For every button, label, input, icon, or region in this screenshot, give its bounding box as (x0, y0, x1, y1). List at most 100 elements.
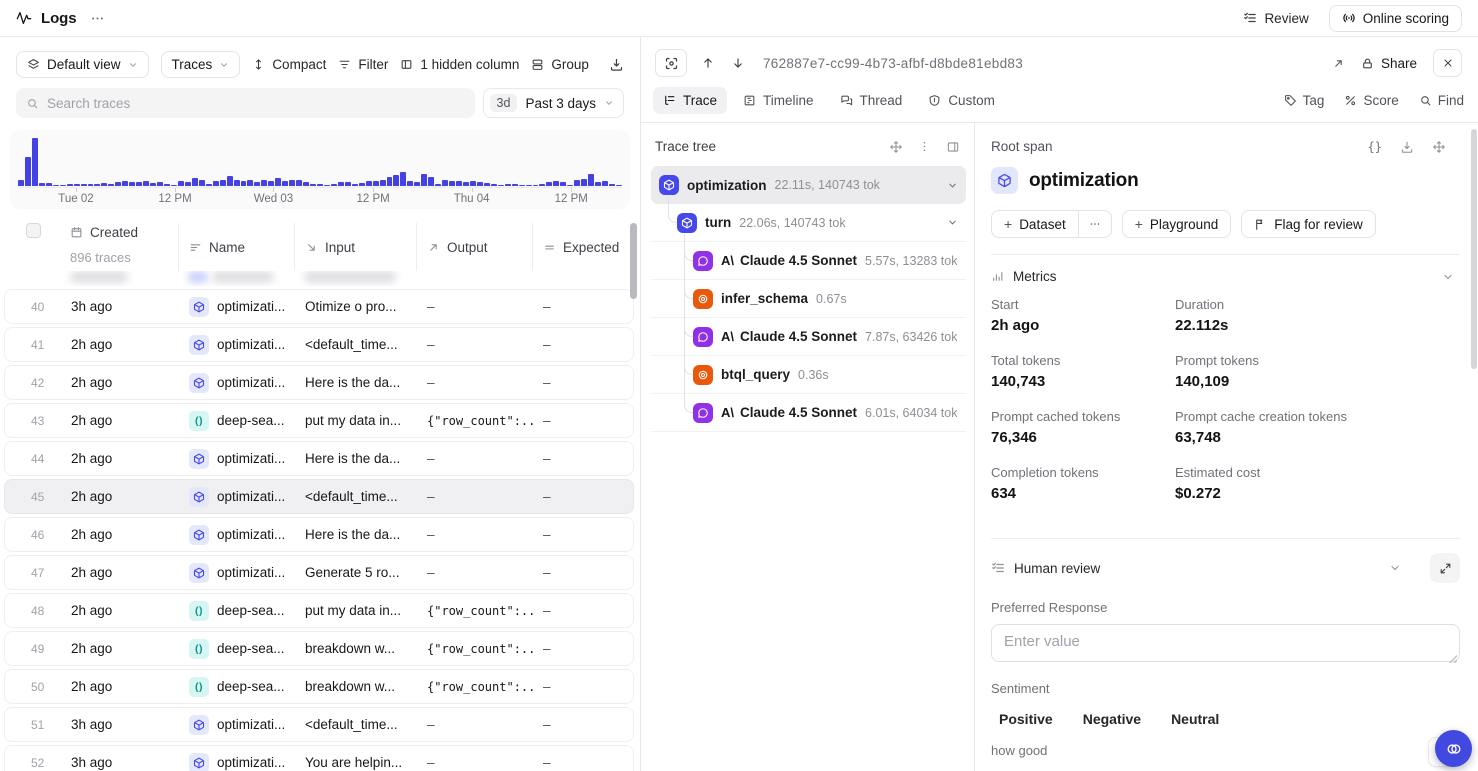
next-trace-button[interactable] (729, 56, 747, 70)
flag-for-review-button[interactable]: Flag for review (1241, 210, 1376, 238)
trace-tree-node[interactable]: optimization22.11s, 140743 tok (651, 166, 966, 204)
sentiment-positive-button[interactable]: Positive (999, 711, 1053, 727)
flag-icon (1254, 218, 1267, 231)
detail-scrollbar-thumb[interactable] (1471, 129, 1477, 369)
trace-tree-node[interactable]: btql_query0.36s (651, 356, 966, 394)
metric-label: Start (991, 297, 1175, 312)
preferred-response-input[interactable] (991, 624, 1460, 662)
table-row[interactable]: 442h agooptimizati...Here is the da...–– (4, 441, 634, 476)
playground-button[interactable]: + Playground (1122, 210, 1232, 238)
table-row[interactable]: 472h agooptimizati...Generate 5 ro...–– (4, 555, 634, 590)
export-button[interactable] (609, 57, 624, 72)
chevron-down-icon[interactable] (1442, 271, 1460, 283)
node-label: Claude 4.5 Sonnet (740, 405, 857, 420)
table-row[interactable]: 492h ago()deep-sea...breakdown w...{"row… (4, 631, 634, 666)
trace-tree-node[interactable]: infer_schema0.67s (651, 280, 966, 318)
chevron-down-icon[interactable] (1389, 562, 1407, 574)
share-button[interactable]: Share (1361, 56, 1417, 71)
online-scoring-button[interactable]: Online scoring (1329, 5, 1462, 32)
column-header-name[interactable]: Name (178, 223, 294, 271)
tab-trace[interactable]: Trace (653, 87, 727, 114)
table-row[interactable]: 403h agooptimizati...Otimize o pro...–– (4, 289, 634, 324)
tag-button[interactable]: Tag (1284, 93, 1325, 108)
view-selector[interactable]: Default view (16, 51, 149, 78)
histogram-bar (282, 181, 288, 186)
find-button[interactable]: Find (1419, 93, 1464, 108)
cell-input: Here is the da... (295, 375, 417, 390)
panel-icon[interactable] (946, 140, 960, 154)
dataset-more-button[interactable] (1078, 211, 1111, 237)
table-row[interactable]: 482h ago()deep-sea...put my data in...{"… (4, 593, 634, 628)
cell-name: optimizati... (179, 753, 295, 771)
move-icon[interactable] (889, 140, 903, 154)
table-row[interactable]: 422h agooptimizati...Here is the da...–– (4, 365, 634, 400)
trace-tree-node[interactable]: turn22.06s, 140743 tok (651, 204, 966, 242)
more-vertical-icon[interactable] (918, 140, 931, 154)
code-view-button[interactable]: {} (1368, 140, 1382, 154)
chevron-down-icon[interactable] (947, 217, 958, 228)
expand-review-button[interactable] (1430, 553, 1460, 583)
table-row[interactable]: 502h ago()deep-sea...breakdown w...{"row… (4, 669, 634, 704)
task-icon (189, 563, 209, 583)
compact-button[interactable]: Compact (252, 57, 326, 72)
score-button[interactable]: Score (1344, 93, 1398, 108)
trace-tree-node[interactable]: A\Claude 4.5 Sonnet7.87s, 63426 tok (651, 318, 966, 356)
time-range-selector[interactable]: 3d Past 3 days (483, 88, 624, 118)
sentiment-neutral-button[interactable]: Neutral (1171, 711, 1219, 727)
node-label: btql_query (721, 367, 790, 382)
table-row[interactable]: 513h agooptimizati...<default_time...–– (4, 707, 634, 742)
trace-tree-pane: Trace tree optimization22.11s, 140743 to… (641, 123, 975, 771)
row-number: 50 (5, 680, 61, 694)
traces-selector[interactable]: Traces (161, 51, 241, 78)
table-row[interactable]: 452h agooptimizati...<default_time...–– (4, 479, 634, 514)
review-button[interactable]: Review (1243, 11, 1308, 26)
histogram-bar (247, 180, 253, 186)
table-row[interactable]: 432h ago()deep-sea...put my data in...{"… (4, 403, 634, 438)
focus-view-button[interactable] (655, 49, 687, 77)
search-box[interactable] (16, 88, 475, 118)
histogram-bar (241, 181, 247, 186)
column-header-created[interactable]: Created (60, 223, 178, 242)
add-to-dataset-button[interactable]: + Dataset (992, 211, 1078, 237)
select-all-checkbox[interactable] (26, 223, 41, 238)
search-input[interactable] (47, 96, 465, 111)
filter-button[interactable]: Filter (338, 57, 388, 72)
histogram-bar (296, 180, 302, 186)
hidden-column-button[interactable]: 1 hidden column (400, 57, 519, 72)
trace-detail-panel: 762887e7-cc99-4b73-afbf-d8bde81ebd83 Sha… (641, 37, 1478, 771)
table-row[interactable]: 523h agooptimizati...You are helpin...–– (4, 745, 634, 771)
sentiment-negative-button[interactable]: Negative (1083, 711, 1141, 727)
histogram-bar (164, 184, 170, 186)
app-logo-icon (16, 10, 32, 26)
previous-trace-button[interactable] (699, 56, 717, 70)
trace-tree-node[interactable]: A\Claude 4.5 Sonnet5.57s, 13283 tok (651, 242, 966, 280)
close-panel-button[interactable] (1433, 49, 1462, 77)
group-button[interactable]: Group (531, 57, 589, 72)
page-menu-button[interactable] (90, 11, 105, 26)
column-header-expected[interactable]: Expected (532, 223, 634, 271)
column-header-output[interactable]: Output (416, 223, 532, 271)
cell-expected: – (533, 717, 633, 732)
histogram-bar (18, 180, 24, 186)
tag-icon (1284, 94, 1297, 107)
tab-thread[interactable]: Thread (830, 87, 913, 114)
metric: Prompt tokens140,109 (1175, 353, 1460, 390)
trace-tree-node[interactable]: A\Claude 4.5 Sonnet6.01s, 64034 tok (651, 394, 966, 432)
cell-input: Here is the da... (295, 451, 417, 466)
column-header-input[interactable]: Input (294, 223, 416, 271)
tab-timeline[interactable]: Timeline (733, 87, 824, 114)
list-scrollbar-thumb[interactable] (630, 223, 637, 299)
cell-created: 3h ago (61, 755, 179, 770)
histogram-bars (18, 138, 622, 186)
tab-custom[interactable]: Custom (918, 87, 1005, 114)
download-icon[interactable] (1400, 140, 1414, 154)
chevron-down-icon[interactable] (947, 180, 958, 191)
cell-name: optimizati... (179, 449, 295, 469)
cell-input: Otimize o pro... (295, 299, 417, 314)
open-in-new-icon[interactable] (1332, 57, 1345, 70)
table-row[interactable]: 412h agooptimizati...<default_time...–– (4, 327, 634, 362)
table-row[interactable]: 462h agooptimizati...Here is the da...–– (4, 517, 634, 552)
move-icon[interactable] (1432, 140, 1446, 154)
cell-name: ()deep-sea... (179, 639, 295, 659)
assistant-fab-button[interactable] (1435, 730, 1472, 767)
